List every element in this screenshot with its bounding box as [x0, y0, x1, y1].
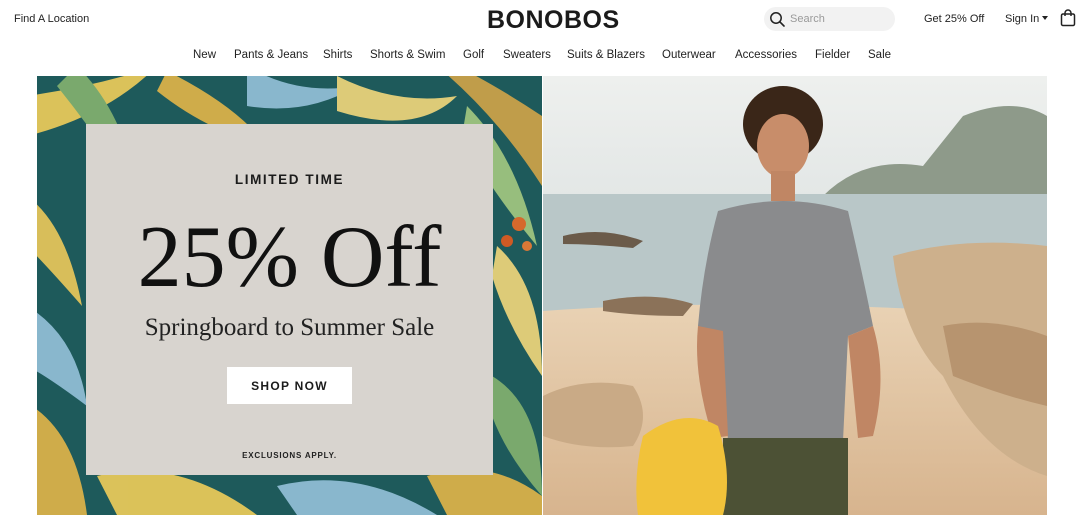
sign-in-label: Sign In	[1005, 13, 1040, 25]
search-placeholder: Search	[790, 13, 825, 25]
find-location-link[interactable]: Find A Location	[14, 13, 89, 25]
brand-logo[interactable]: BONOBOS	[487, 6, 620, 35]
search-icon	[770, 12, 785, 27]
caret-down-icon	[1042, 16, 1049, 20]
exclusions-note: EXCLUSIONS APPLY.	[242, 451, 337, 460]
nav-item-shorts-swim[interactable]: Shorts & Swim	[370, 49, 445, 61]
promo-headline: 25% Off	[137, 209, 442, 306]
nav-item-new[interactable]: New	[193, 49, 216, 61]
nav-item-suits-blazers[interactable]: Suits & Blazers	[567, 49, 645, 61]
nav-item-sale[interactable]: Sale	[868, 49, 891, 61]
nav-item-sweaters[interactable]: Sweaters	[503, 49, 551, 61]
nav-item-golf[interactable]: Golf	[463, 49, 484, 61]
nav-item-pants-jeans[interactable]: Pants & Jeans	[234, 49, 308, 61]
nav-item-shirts[interactable]: Shirts	[323, 49, 352, 61]
nav-item-fielder[interactable]: Fielder	[815, 49, 850, 61]
shopping-bag-icon[interactable]	[1060, 9, 1076, 27]
main-nav: New Pants & Jeans Shirts Shorts & Swim G…	[0, 46, 1080, 68]
top-bar: Find A Location BONOBOS Search Get 25% O…	[0, 0, 1080, 40]
promo-subhead: Springboard to Summer Sale	[144, 314, 435, 341]
model-beach-photo	[543, 76, 1047, 515]
promo-card: LIMITED TIME 25% Off Springboard to Summ…	[86, 124, 493, 475]
shop-now-button[interactable]: SHOP NOW	[227, 367, 352, 404]
nav-item-outerwear[interactable]: Outerwear	[662, 49, 716, 61]
sign-in-button[interactable]: Sign In	[1005, 13, 1049, 25]
search-input[interactable]: Search	[764, 7, 895, 31]
nav-item-accessories[interactable]: Accessories	[735, 49, 797, 61]
promo-eyebrow: LIMITED TIME	[234, 172, 345, 187]
beach-scene-image	[543, 76, 1047, 515]
get-discount-link[interactable]: Get 25% Off	[924, 13, 984, 25]
